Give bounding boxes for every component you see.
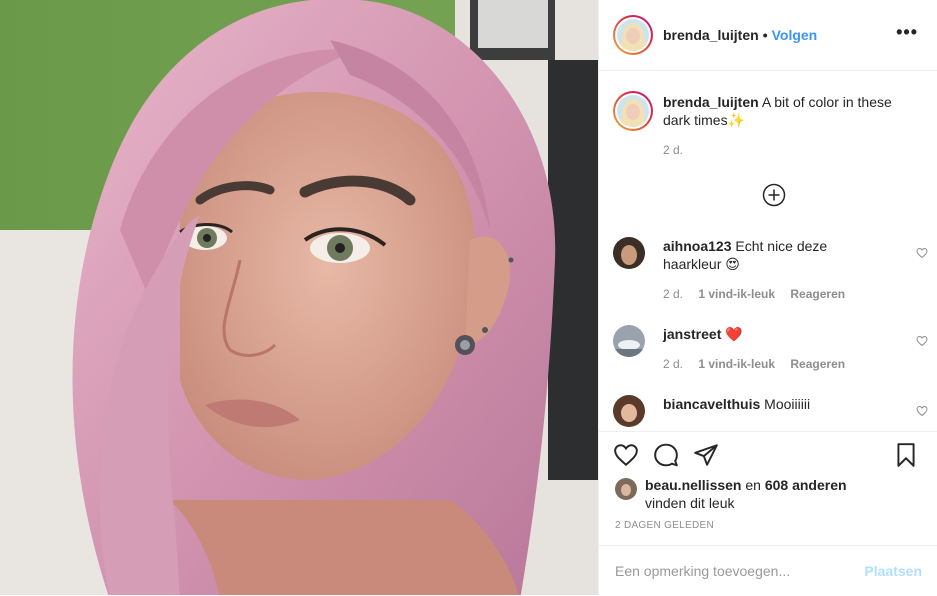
likes-suffix: vinden dit leuk xyxy=(645,495,735,511)
comment-likes[interactable]: 1 vind-ik-leuk xyxy=(698,357,775,371)
commenter-avatar[interactable] xyxy=(613,395,645,427)
caption-avatar[interactable] xyxy=(613,91,653,131)
commenter-avatar[interactable] xyxy=(613,237,645,269)
post-timestamp[interactable]: 2 DAGEN GELEDEN xyxy=(615,520,714,531)
caption-avatar-image xyxy=(617,95,649,127)
comments-section[interactable]: brenda_luijten A bit of color in these d… xyxy=(599,71,937,431)
post-sidebar: brenda_luijten • Volgen ••• brenda_luijt… xyxy=(598,0,937,595)
instagram-post: brenda_luijten • Volgen ••• brenda_luijt… xyxy=(0,0,937,595)
comment-item: biancavelthuis Mooiiiiii xyxy=(613,395,928,431)
separator-dot: • xyxy=(762,27,768,43)
post-header: brenda_luijten • Volgen ••• xyxy=(599,0,937,71)
comment-likes[interactable]: 1 vind-ik-leuk xyxy=(698,287,775,301)
comment-username[interactable]: janstreet xyxy=(663,326,721,342)
comment-username[interactable]: aihnoa123 xyxy=(663,238,731,254)
first-liker-username[interactable]: beau.nellissen xyxy=(645,477,741,493)
caption-username[interactable]: brenda_luijten xyxy=(663,94,759,110)
comment-item: janstreet ❤️ 2 d. 1 vind-ik-leuk Reagere… xyxy=(613,325,928,375)
author-avatar[interactable] xyxy=(613,15,653,55)
author-avatar-image xyxy=(617,19,649,51)
liker-avatar[interactable] xyxy=(615,478,637,500)
comment-username[interactable]: biancavelthuis xyxy=(663,396,760,412)
like-heart-icon[interactable] xyxy=(613,442,639,468)
selfie-image xyxy=(0,0,598,595)
post-actions: beau.nellissen en 608 anderen vinden dit… xyxy=(599,431,937,595)
post-comment-button[interactable]: Plaatsen xyxy=(864,563,922,579)
plus-circle-icon[interactable] xyxy=(762,183,786,207)
likes-summary: beau.nellissen en 608 anderen vinden dit… xyxy=(615,476,925,512)
comment-bubble-icon[interactable] xyxy=(653,442,679,468)
post-photo[interactable] xyxy=(0,0,598,595)
comment-text: Mooiiiiii xyxy=(764,396,811,412)
commenter-avatar[interactable] xyxy=(613,325,645,357)
reply-button[interactable]: Reageren xyxy=(790,287,845,301)
reply-button[interactable]: Reageren xyxy=(790,357,845,371)
sparkles-emoji: ✨ xyxy=(727,112,746,128)
more-options-icon[interactable]: ••• xyxy=(896,23,918,41)
author-username[interactable]: brenda_luijten xyxy=(663,27,759,43)
comment-time[interactable]: 2 d. xyxy=(663,287,683,301)
heart-eyes-emoji: 😍 xyxy=(725,256,740,272)
save-bookmark-icon[interactable] xyxy=(893,442,919,468)
red-heart-emoji: ❤️ xyxy=(725,326,743,342)
comment-time[interactable]: 2 d. xyxy=(663,357,683,371)
add-comment-bar: Plaatsen xyxy=(599,545,937,596)
like-comment-heart-icon[interactable] xyxy=(916,247,928,259)
comment-item: aihnoa123 Echt nice deze haarkleur 😍 2 d… xyxy=(613,237,928,307)
share-paper-plane-icon[interactable] xyxy=(693,442,719,468)
like-comment-heart-icon[interactable] xyxy=(916,405,928,417)
like-comment-heart-icon[interactable] xyxy=(916,335,928,347)
comment-input[interactable] xyxy=(615,563,865,579)
caption-time[interactable]: 2 d. xyxy=(663,143,683,157)
others-count[interactable]: 608 anderen xyxy=(765,477,847,493)
likes-and: en xyxy=(745,477,761,493)
follow-button[interactable]: Volgen xyxy=(772,27,818,43)
